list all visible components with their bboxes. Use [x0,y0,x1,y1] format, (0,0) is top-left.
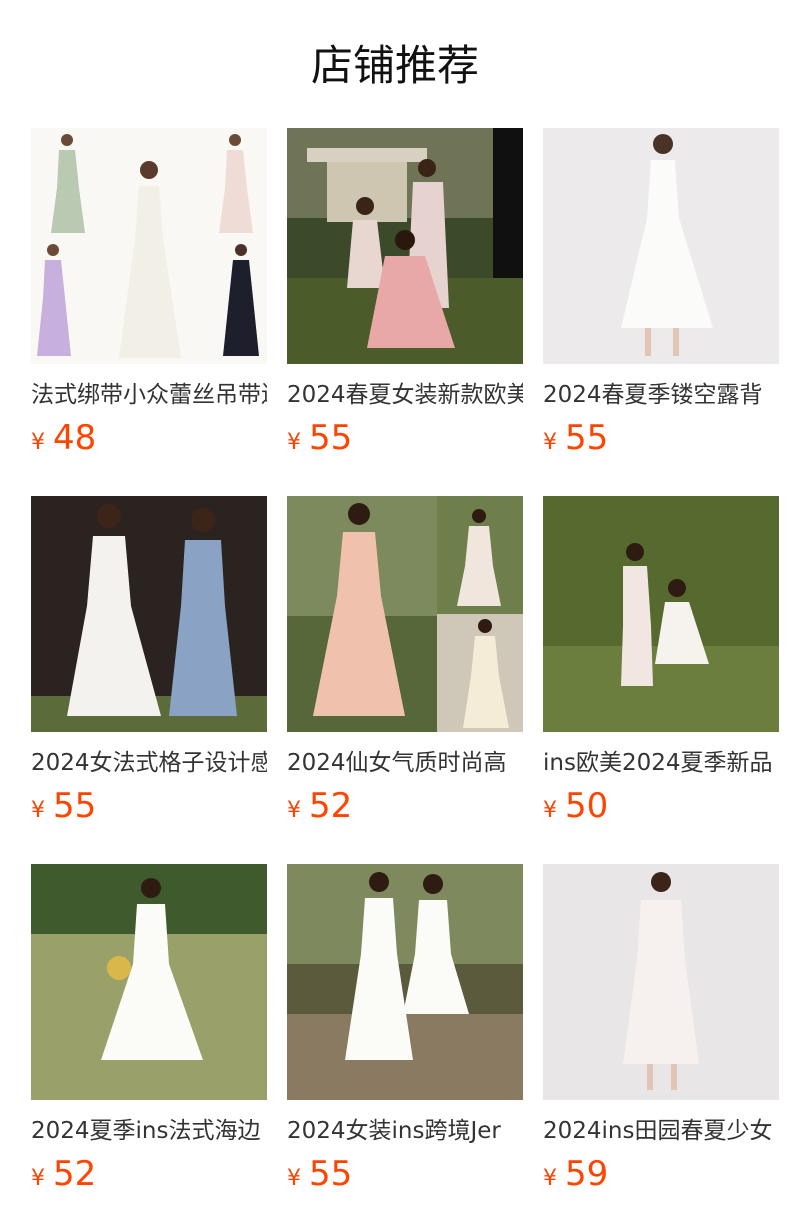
currency-symbol: ¥ [31,430,45,455]
product-image[interactable] [31,864,267,1100]
product-card[interactable]: 2024女装ins跨境Jer ¥55 [287,864,523,1194]
product-price: ¥55 [543,418,608,460]
currency-symbol: ¥ [543,1166,557,1191]
product-price: ¥52 [287,786,352,828]
product-price: ¥48 [31,418,96,460]
product-grid: 法式绑带小众蕾丝吊带连衣裙 ¥48 2024春夏女装新款欧美 [0,0,790,1232]
price-value: 52 [309,786,353,826]
product-image[interactable] [31,128,267,364]
price-value: 52 [53,1154,97,1194]
currency-symbol: ¥ [31,1166,45,1191]
currency-symbol: ¥ [287,1166,301,1191]
price-value: 55 [309,1154,353,1194]
product-card[interactable]: 法式绑带小众蕾丝吊带连衣裙 ¥48 [31,128,267,458]
product-name[interactable]: 2024夏季ins法式海边 [31,1114,267,1148]
currency-symbol: ¥ [287,798,301,823]
product-price: ¥59 [543,1154,608,1196]
product-price: ¥52 [31,1154,96,1196]
product-card[interactable]: 2024夏季ins法式海边 ¥52 [31,864,267,1194]
product-image[interactable] [543,128,779,364]
product-card[interactable]: 2024仙女气质时尚高 ¥52 [287,496,523,826]
product-image[interactable] [543,496,779,732]
product-image[interactable] [31,496,267,732]
price-value: 50 [565,786,609,826]
currency-symbol: ¥ [287,430,301,455]
product-card[interactable]: 2024春夏季镂空露背 ¥55 [543,128,779,458]
product-image[interactable] [287,128,523,364]
price-value: 55 [565,418,609,458]
price-value: 48 [53,418,97,458]
product-name[interactable]: 2024春夏季镂空露背 [543,378,779,412]
product-name[interactable]: 2024女装ins跨境Jer [287,1114,523,1148]
product-price: ¥55 [287,1154,352,1196]
product-card[interactable]: 2024ins田园春夏少女 ¥59 [543,864,779,1194]
product-price: ¥55 [31,786,96,828]
product-image[interactable] [287,864,523,1100]
price-value: 55 [53,786,97,826]
currency-symbol: ¥ [543,430,557,455]
currency-symbol: ¥ [31,798,45,823]
product-image[interactable] [287,496,523,732]
product-image[interactable] [543,864,779,1100]
product-card[interactable]: ins欧美2024夏季新品 ¥50 [543,496,779,826]
product-name[interactable]: ins欧美2024夏季新品 [543,746,779,780]
product-card[interactable]: 2024春夏女装新款欧美 ¥55 [287,128,523,458]
currency-symbol: ¥ [543,798,557,823]
price-value: 59 [565,1154,609,1194]
product-name[interactable]: 法式绑带小众蕾丝吊带连衣裙 [31,378,267,412]
product-name[interactable]: 2024仙女气质时尚高 [287,746,523,780]
product-name[interactable]: 2024ins田园春夏少女 [543,1114,779,1148]
product-card[interactable]: 2024女法式格子设计感 ¥55 [31,496,267,826]
price-value: 55 [309,418,353,458]
product-price: ¥50 [543,786,608,828]
product-price: ¥55 [287,418,352,460]
product-name[interactable]: 2024女法式格子设计感 [31,746,267,780]
product-name[interactable]: 2024春夏女装新款欧美 [287,378,523,412]
